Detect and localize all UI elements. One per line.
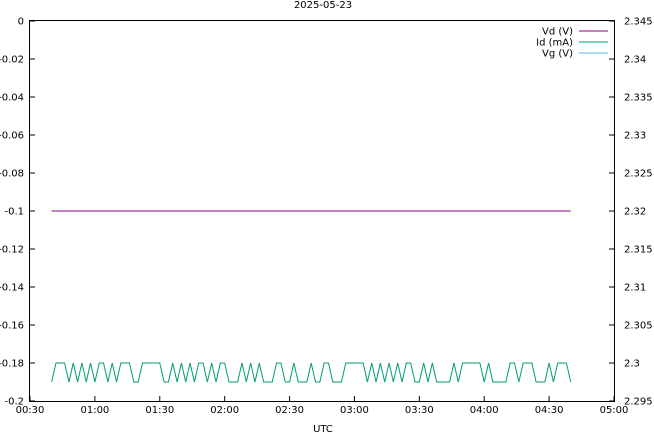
right-y-tick-label: 2.305 — [624, 321, 653, 332]
left-y-tick-label: -0.18 — [0, 359, 24, 370]
legend-label: Id (mA) — [536, 38, 573, 49]
right-y-tick-label: 2.315 — [624, 245, 653, 256]
right-y-tick-label: 2.33 — [624, 131, 646, 142]
left-y-tick-label: -0.04 — [0, 93, 24, 104]
left-y-tick-label: -0.1 — [4, 207, 24, 218]
left-y-tick-label: -0.08 — [0, 169, 24, 180]
x-tick-label: 03:00 — [340, 405, 369, 416]
x-tick-label: 01:00 — [80, 405, 109, 416]
x-tick-label: 04:00 — [470, 405, 499, 416]
x-tick-label: 04:30 — [535, 405, 564, 416]
left-y-tick-label: -0.06 — [0, 131, 24, 142]
right-y-tick-label: 2.32 — [624, 207, 646, 218]
x-tick-label: 03:30 — [405, 405, 434, 416]
left-y-tick-label: 0 — [18, 17, 24, 28]
right-y-tick-label: 2.345 — [624, 17, 653, 28]
left-y-tick-label: -0.02 — [0, 55, 24, 66]
right-y-tick-label: 2.335 — [624, 93, 653, 104]
right-y-tick-label: 2.34 — [624, 55, 646, 66]
x-tick-label: 05:00 — [600, 405, 629, 416]
right-y-tick-label: 2.3 — [624, 359, 640, 370]
x-tick-label: 02:00 — [210, 405, 239, 416]
x-tick-label: 00:30 — [16, 405, 45, 416]
legend-label: Vd (V) — [542, 27, 573, 38]
line-chart: 2025-05-23 0 -0.02 -0.04 -0.06 -0.08 -0.1 -0.1… — [0, 0, 654, 432]
x-tick-label: 01:30 — [145, 405, 174, 416]
left-y-tick-label: -0.16 — [0, 321, 24, 332]
chart-title: 2025-05-23 — [294, 0, 352, 11]
chart-container: 2025-05-23 0 -0.02 -0.04 -0.06 -0.08 -0.1 -0.1… — [0, 0, 654, 432]
x-axis-label: UTC — [313, 424, 333, 432]
left-y-tick-label: -0.14 — [0, 283, 24, 294]
x-tick-label: 02:30 — [275, 405, 304, 416]
left-y-tick-label: -0.12 — [0, 245, 24, 256]
legend-label: Vg (V) — [542, 49, 573, 60]
right-y-tick-label: 2.31 — [624, 283, 646, 294]
right-y-tick-label: 2.325 — [624, 169, 653, 180]
